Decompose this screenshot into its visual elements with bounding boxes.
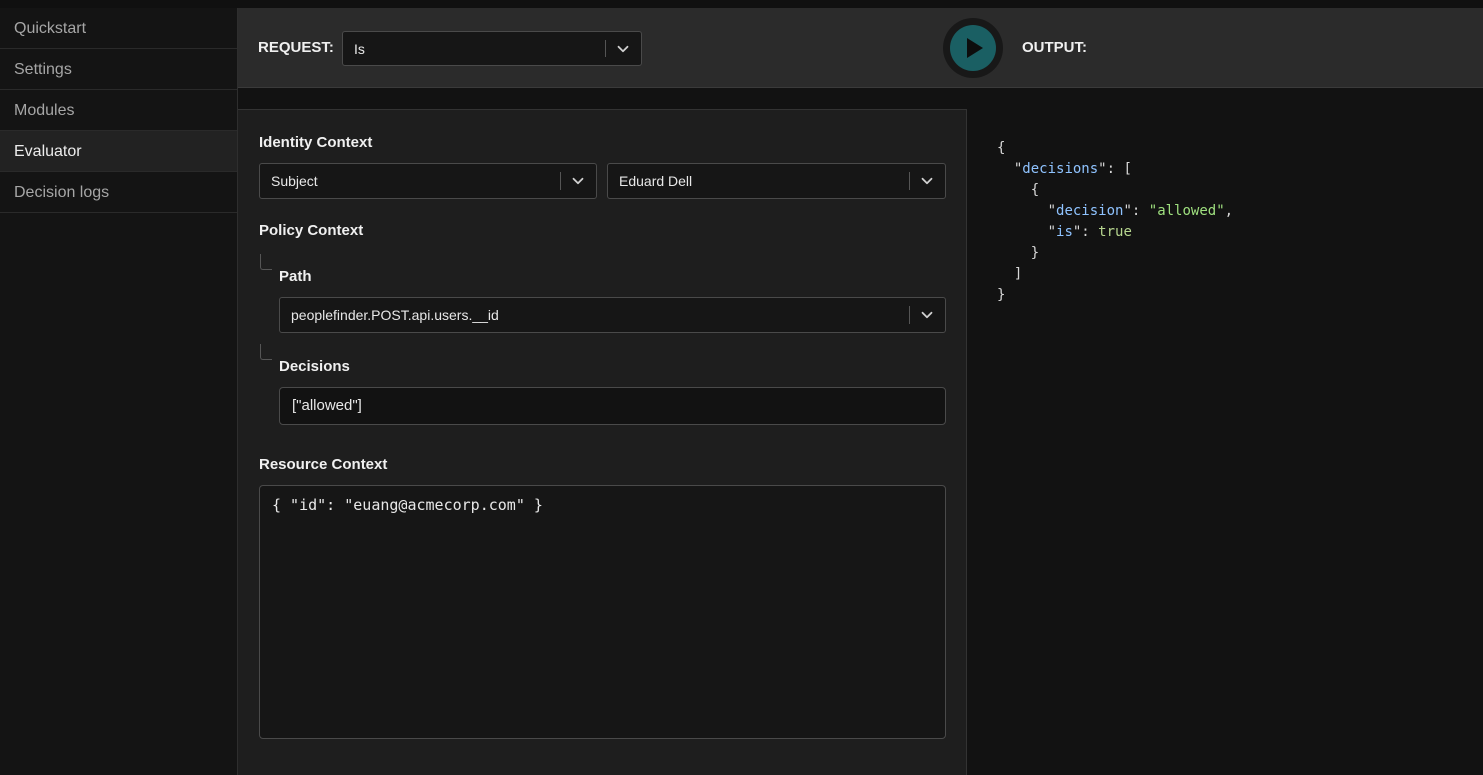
decisions-label: Decisions: [279, 358, 350, 375]
evaluator-header: REQUEST: Is OUTPUT:: [238, 8, 1483, 88]
identity-user-select[interactable]: Eduard Dell: [607, 163, 946, 199]
path-label: Path: [279, 268, 312, 285]
chevron-down-icon: [572, 177, 584, 185]
sidebar: Quickstart Settings Modules Evaluator De…: [0, 8, 238, 775]
run-button[interactable]: [943, 18, 1003, 78]
request-label: REQUEST:: [258, 39, 334, 56]
request-type-value: Is: [354, 40, 365, 57]
sidebar-item-quickstart[interactable]: Quickstart: [0, 8, 237, 49]
policy-path-select[interactable]: peoplefinder.POST.api.users.__id: [279, 297, 946, 333]
request-type-select[interactable]: Is: [342, 31, 642, 66]
tree-connector: [260, 344, 272, 360]
select-separator: [560, 172, 561, 190]
chevron-down-icon: [617, 45, 629, 52]
output-label: OUTPUT:: [1022, 39, 1087, 56]
json-key: is: [1056, 224, 1073, 240]
json-key: decisions: [1022, 161, 1099, 177]
sidebar-item-decision-logs[interactable]: Decision logs: [0, 172, 237, 213]
json-key: decision: [1056, 203, 1124, 219]
json-boolean-value: true: [1098, 224, 1132, 240]
sidebar-item-evaluator[interactable]: Evaluator: [0, 131, 237, 172]
resource-context-title: Resource Context: [259, 456, 388, 473]
chevron-down-icon: [921, 311, 933, 319]
output-json: { "decisions": [ { "decision": "allowed"…: [997, 140, 1234, 303]
identity-context-title: Identity Context: [259, 134, 373, 151]
play-icon: [967, 38, 983, 58]
policy-path-value: peoplefinder.POST.api.users.__id: [291, 307, 499, 323]
sidebar-item-modules[interactable]: Modules: [0, 90, 237, 131]
select-separator: [909, 306, 910, 324]
output-panel: { "decisions": [ { "decision": "allowed"…: [968, 88, 1483, 775]
select-separator: [605, 40, 606, 57]
json-string-value: allowed: [1157, 203, 1217, 219]
identity-user-value: Eduard Dell: [619, 173, 693, 189]
sidebar-item-settings[interactable]: Settings: [0, 49, 237, 90]
top-strip: [0, 0, 1483, 8]
decisions-input[interactable]: ["allowed"]: [279, 387, 946, 425]
identity-type-select[interactable]: Subject: [259, 163, 597, 199]
chevron-down-icon: [921, 177, 933, 185]
identity-type-value: Subject: [271, 173, 318, 189]
tree-connector: [260, 254, 272, 270]
select-separator: [909, 172, 910, 190]
resource-context-editor[interactable]: { "id": "euang@acmecorp.com" }: [259, 485, 946, 739]
request-form: Identity Context Subject Eduard Dell Pol…: [238, 109, 967, 775]
policy-context-title: Policy Context: [259, 222, 364, 239]
